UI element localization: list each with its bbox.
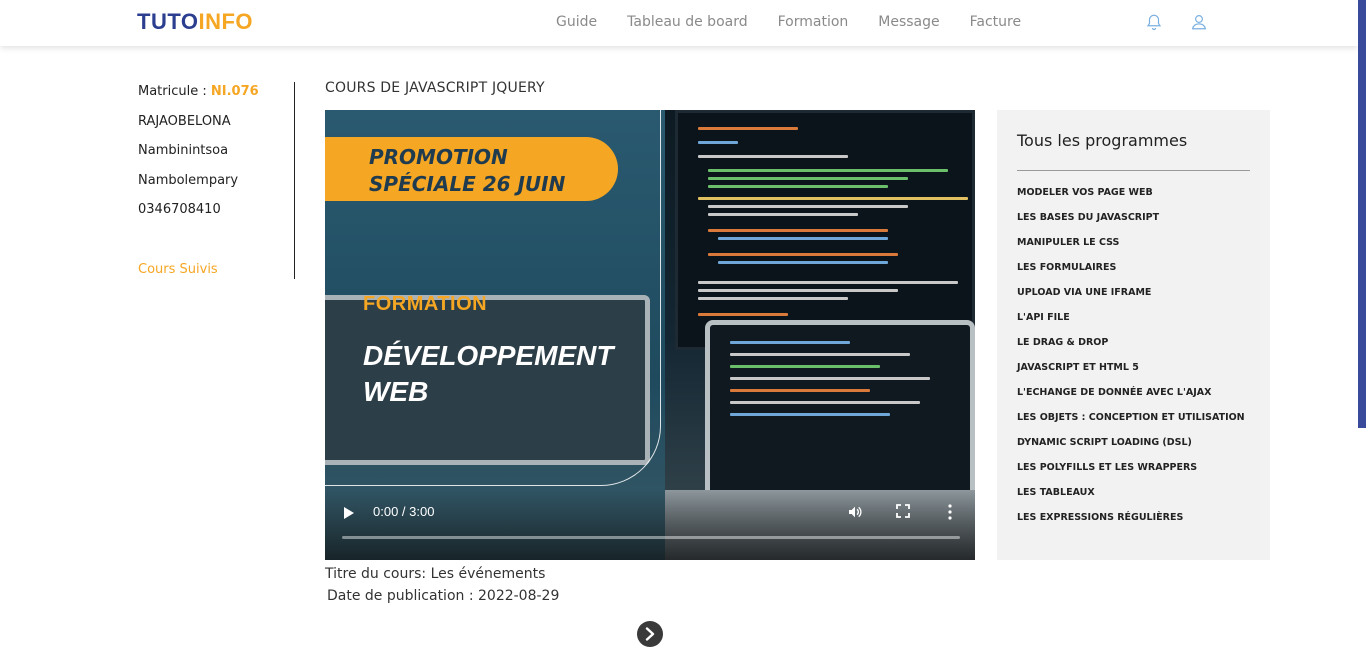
nav-tableau-de-board[interactable]: Tableau de board xyxy=(627,14,747,30)
play-icon[interactable] xyxy=(344,507,354,519)
programme-item[interactable]: LES EXPRESSIONS RÉGULIÈRES xyxy=(1017,511,1245,536)
logo-part-info: INFO xyxy=(198,9,254,34)
video-controls-bar xyxy=(325,490,975,560)
code-monitor-image xyxy=(675,110,975,350)
programme-item[interactable]: UPLOAD VIA UNE IFRAME xyxy=(1017,286,1245,311)
bell-icon[interactable] xyxy=(1145,13,1163,31)
programmes-panel: Tous les programmes MODELER VOS PAGE WEB… xyxy=(997,110,1270,560)
programme-item[interactable]: LES TABLEAUX xyxy=(1017,486,1245,511)
programmes-title: Tous les programmes xyxy=(1017,131,1188,150)
programme-item[interactable]: LES POLYFILLS ET LES WRAPPERS xyxy=(1017,461,1245,486)
formation-label: FORMATION xyxy=(363,293,488,315)
nav-formation[interactable]: Formation xyxy=(778,14,849,30)
nav-guide[interactable]: Guide xyxy=(556,14,597,30)
promo-line-2: SPÉCIALE 26 JUIN xyxy=(369,172,566,196)
dev-web-line-1: DÉVELOPPEMENT xyxy=(363,340,614,371)
logo[interactable]: TUTOINFO xyxy=(137,9,253,35)
programmes-list: MODELER VOS PAGE WEB LES BASES DU JAVASC… xyxy=(1017,186,1245,536)
matricule-value: NI.076 xyxy=(210,84,259,99)
video-time: 0:00 / 3:00 xyxy=(373,504,435,519)
top-navbar: TUTOINFO Guide Tableau de board Formatio… xyxy=(0,0,1358,46)
programme-item[interactable]: LES BASES DU JAVASCRIPT xyxy=(1017,211,1245,236)
programme-item[interactable]: L'ECHANGE DE DONNÉE AVEC L'AJAX xyxy=(1017,386,1245,411)
main-nav: Guide Tableau de board Formation Message… xyxy=(556,14,1051,30)
student-phone: 0346708410 xyxy=(138,202,221,217)
programme-item[interactable]: L'API FILE xyxy=(1017,311,1245,336)
programme-item[interactable]: MODELER VOS PAGE WEB xyxy=(1017,186,1245,211)
matricule-label: Matricule : xyxy=(138,84,211,99)
fullscreen-icon[interactable] xyxy=(896,504,910,518)
programme-item[interactable]: LES FORMULAIRES xyxy=(1017,261,1245,286)
nav-message[interactable]: Message xyxy=(878,14,939,30)
courses-followed-link[interactable]: Cours Suivis xyxy=(138,262,218,277)
student-firstname: Nambinintsoa xyxy=(138,143,229,158)
dev-web-line-2: WEB xyxy=(363,376,429,407)
student-location: Nambolempary xyxy=(138,173,239,188)
scrollbar-thumb[interactable] xyxy=(1358,0,1366,428)
next-button[interactable] xyxy=(637,621,663,647)
matricule-row: Matricule : NI.076 xyxy=(138,84,259,99)
logo-part-tuto: TUTO xyxy=(137,9,199,34)
video-progress-bar[interactable] xyxy=(342,536,960,539)
page-scrollbar[interactable] xyxy=(1358,0,1366,660)
video-player[interactable]: PROMOTION SPÉCIALE 26 JUIN FORMATION DÉV… xyxy=(325,110,975,560)
laptop-right-image xyxy=(705,320,975,500)
programme-item[interactable]: MANIPULER LE CSS xyxy=(1017,236,1245,261)
promo-text: PROMOTION SPÉCIALE 26 JUIN xyxy=(369,144,565,198)
dev-web-heading: DÉVELOPPEMENT WEB xyxy=(363,338,613,410)
chevron-right-icon xyxy=(645,627,655,641)
student-profile: Matricule : NI.076 RAJAOBELONA Nambinint… xyxy=(138,82,295,279)
programme-item[interactable]: LE DRAG & DROP xyxy=(1017,336,1245,361)
more-options-icon[interactable] xyxy=(948,504,952,520)
user-icon[interactable] xyxy=(1190,13,1208,31)
course-publication-date: Date de publication : 2022-08-29 xyxy=(327,588,560,604)
programme-item[interactable]: JAVASCRIPT ET HTML 5 xyxy=(1017,361,1245,386)
programme-item[interactable]: LES OBJETS : CONCEPTION ET UTILISATION xyxy=(1017,411,1245,436)
programmes-divider xyxy=(1017,170,1250,171)
course-title: COURS DE JAVASCRIPT JQUERY xyxy=(325,80,545,96)
programme-item[interactable]: DYNAMIC SCRIPT LOADING (DSL) xyxy=(1017,436,1245,461)
promo-line-1: PROMOTION xyxy=(369,145,508,169)
student-lastname: RAJAOBELONA xyxy=(138,114,231,129)
nav-facture[interactable]: Facture xyxy=(970,14,1021,30)
course-caption-title: Titre du cours: Les événements xyxy=(325,566,546,582)
volume-icon[interactable] xyxy=(847,504,863,520)
